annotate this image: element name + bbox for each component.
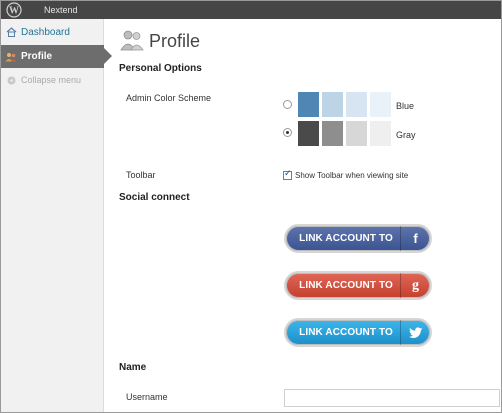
blue-scheme-swatch [298,92,319,117]
facebook-icon: f [400,226,430,251]
name-heading: Name [119,362,147,373]
gray-scheme-swatch [346,121,367,146]
blue-scheme-swatch [370,92,391,117]
toolbar-label: Toolbar [126,170,156,180]
wordpress-logo-icon[interactable]: W [6,2,23,18]
sidebar-collapse-menu[interactable]: Collapse menu [1,69,104,91]
home-icon [1,27,21,37]
sidebar-item-profile[interactable]: Profile [1,45,112,68]
gray-scheme-swatch [370,121,391,146]
users-large-icon [120,29,144,53]
color-scheme-gray-radio[interactable] [283,128,292,137]
users-icon [1,52,21,62]
google-icon: g [400,273,430,298]
blue-scheme-swatch [346,92,367,117]
gray-scheme-swatch [298,121,319,146]
gray-scheme-name: Gray [396,130,416,140]
svg-text:W: W [9,6,19,17]
admin-sidebar: Dashboard Profile Collapse menu [1,19,112,412]
gray-scheme-swatch [322,121,343,146]
admin-bar: W Nextend [1,1,501,19]
show-toolbar-checkbox-label[interactable]: Show Toolbar when viewing site [295,171,408,180]
sidebar-item-label: Profile [21,51,53,62]
sidebar-item-label: Collapse menu [21,75,82,85]
collapse-icon [1,76,21,85]
blue-scheme-swatch [322,92,343,117]
color-scheme-blue-radio[interactable] [283,100,292,109]
link-facebook-button[interactable]: LINK ACCOUNT TO f [284,224,432,253]
link-google-button[interactable]: LINK ACCOUNT TO g [284,271,432,300]
sidebar-item-label: Dashboard [21,26,70,38]
page-title: Profile [149,30,201,51]
link-facebook-label: LINK ACCOUNT TO [299,233,393,244]
site-name-link[interactable]: Nextend [44,5,78,15]
twitter-icon [400,320,430,345]
personal-options-heading: Personal Options [119,63,202,74]
link-twitter-label: LINK ACCOUNT TO [299,327,393,338]
username-label: Username [126,392,168,402]
blue-scheme-name: Blue [396,101,415,111]
link-google-label: LINK ACCOUNT TO [299,280,393,291]
page-header: Profile [120,29,200,53]
admin-color-scheme-label: Admin Color Scheme [126,93,212,103]
social-connect-heading: Social connect [119,192,190,203]
sidebar-item-dashboard[interactable]: Dashboard [1,21,104,43]
username-input[interactable] [284,389,500,407]
link-twitter-button[interactable]: LINK ACCOUNT TO [284,318,432,347]
show-toolbar-checkbox[interactable] [283,169,292,180]
active-menu-arrow [104,48,112,64]
